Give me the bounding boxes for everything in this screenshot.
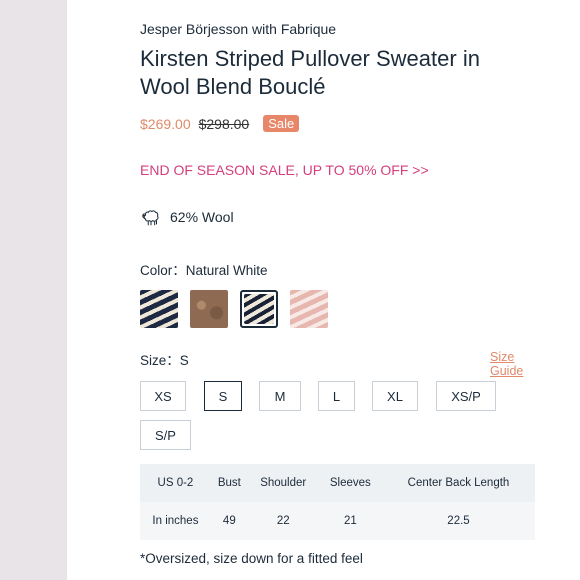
swatch-brown[interactable] [190,290,228,328]
sheep-icon [142,210,159,226]
product-image-edge [0,0,67,580]
brand-name[interactable]: Jesper Börjesson with Fabrique [140,21,336,37]
size-option-m[interactable]: M [259,381,301,411]
color-swatches [140,290,340,328]
size-chart-cell: 21 [343,515,357,527]
size-chart-cell: In inches [152,515,199,527]
size-guide-link[interactable]: Size Guide [490,350,540,378]
swatch-natural-white[interactable] [240,290,278,328]
size-chart-cell: 22 [276,515,290,527]
size-option-xs[interactable]: XS [140,381,186,411]
size-option-s-p[interactable]: S/P [140,420,191,450]
size-chart-header-cell: Bust [217,477,241,489]
price-row: $269.00 $298.00 Sale [140,115,300,132]
size-chart-row: In inches 49 22 21 22.5 [140,502,535,540]
size-option-l[interactable]: L [318,381,355,411]
size-chart-header-cell: US 0-2 [157,477,194,489]
size-chart-header: US 0-2 Bust Shoulder Sleeves Center Back… [140,464,535,502]
original-price: $298.00 [198,115,250,132]
color-selection-label: Color：Natural White [140,259,268,279]
size-option-xs-p[interactable]: XS/P [436,381,496,411]
size-label: Size： [140,353,180,368]
fit-note: *Oversized, size down for a fitted feel [140,551,363,566]
wool-percentage: 62% Wool [170,209,234,225]
size-option-s[interactable]: S [204,381,242,411]
color-value: Natural White [185,263,268,278]
promo-link[interactable]: END OF SEASON SALE, UP TO 50% OFF >> [140,162,429,178]
product-title: Kirsten Striped Pullover Sweater in Wool… [140,46,480,99]
size-chart-header-cell: Sleeves [329,477,371,489]
swatch-navy-cream[interactable] [140,290,178,328]
size-selection-label: Size：S [140,349,189,369]
size-chart: US 0-2 Bust Shoulder Sleeves Center Back… [140,464,535,540]
sale-badge: Sale [263,115,300,132]
swatch-pink[interactable] [290,290,328,328]
size-chart-header-cell: Center Back Length [407,477,510,489]
material-info: 62% Wool [140,206,234,228]
size-chart-cell: 49 [222,515,236,527]
color-label: Color： [140,263,186,278]
size-option-xl[interactable]: XL [372,381,418,411]
size-value: S [179,353,189,368]
size-chart-cell: 22.5 [447,515,470,527]
sale-price: $269.00 [140,115,191,132]
size-chart-header-cell: Shoulder [260,477,307,489]
